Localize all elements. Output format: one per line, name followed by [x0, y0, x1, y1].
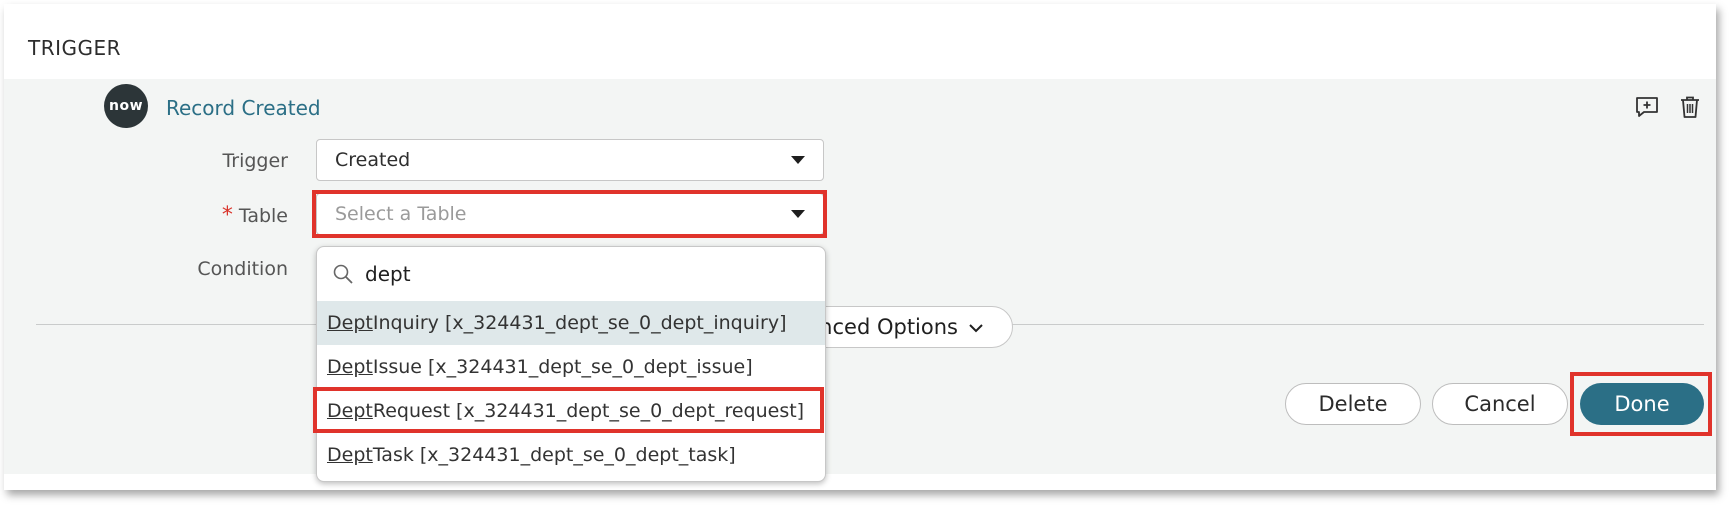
option-text: Task [x_324431_dept_se_0_dept_task] [372, 444, 736, 466]
search-icon [333, 264, 353, 284]
dropdown-option-dept-task[interactable]: Dept Task [x_324431_dept_se_0_dept_task] [317, 433, 825, 477]
cancel-button[interactable]: Cancel [1432, 383, 1568, 425]
table-select[interactable]: Select a Table [316, 193, 824, 235]
option-text: Issue [x_324431_dept_se_0_dept_issue] [372, 356, 753, 378]
trigger-name-link[interactable]: Record Created [166, 96, 321, 120]
option-match-text: Dept [327, 400, 373, 422]
table-select-placeholder: Select a Table [335, 203, 467, 225]
table-label: * Table [138, 203, 288, 228]
caret-down-icon [791, 156, 805, 164]
add-comment-icon[interactable] [1634, 94, 1660, 120]
servicenow-logo: now [104, 84, 148, 128]
dropdown-search[interactable]: dept [317, 247, 825, 301]
trigger-label: Trigger [222, 150, 288, 172]
trash-icon[interactable] [1677, 94, 1703, 120]
option-match-text: Dept [327, 444, 373, 466]
dropdown-option-dept-request[interactable]: Dept Request [x_324431_dept_se_0_dept_re… [317, 389, 825, 433]
trigger-select[interactable]: Created [316, 139, 824, 181]
section-title: TRIGGER [28, 36, 122, 60]
option-match-text: Dept [327, 312, 373, 334]
table-dropdown: dept Dept Inquiry [x_324431_dept_se_0_de… [316, 246, 826, 482]
card-header: TRIGGER [4, 4, 1716, 79]
dropdown-option-dept-inquiry[interactable]: Dept Inquiry [x_324431_dept_se_0_dept_in… [317, 301, 825, 345]
required-icon: * [221, 203, 233, 228]
dropdown-option-dept-issue[interactable]: Dept Issue [x_324431_dept_se_0_dept_issu… [317, 345, 825, 389]
option-text: Request [x_324431_dept_se_0_dept_request… [372, 400, 805, 422]
done-button[interactable]: Done [1580, 383, 1704, 425]
search-input[interactable]: dept [365, 262, 411, 286]
condition-label: Condition [197, 258, 288, 280]
delete-button[interactable]: Delete [1285, 383, 1421, 425]
option-match-text: Dept [327, 356, 373, 378]
table-label-text: Table [238, 205, 288, 227]
chevron-down-icon [968, 318, 984, 337]
caret-down-icon [791, 210, 805, 218]
trigger-select-value: Created [335, 149, 411, 171]
option-text: Inquiry [x_324431_dept_se_0_dept_inquiry… [372, 312, 787, 334]
